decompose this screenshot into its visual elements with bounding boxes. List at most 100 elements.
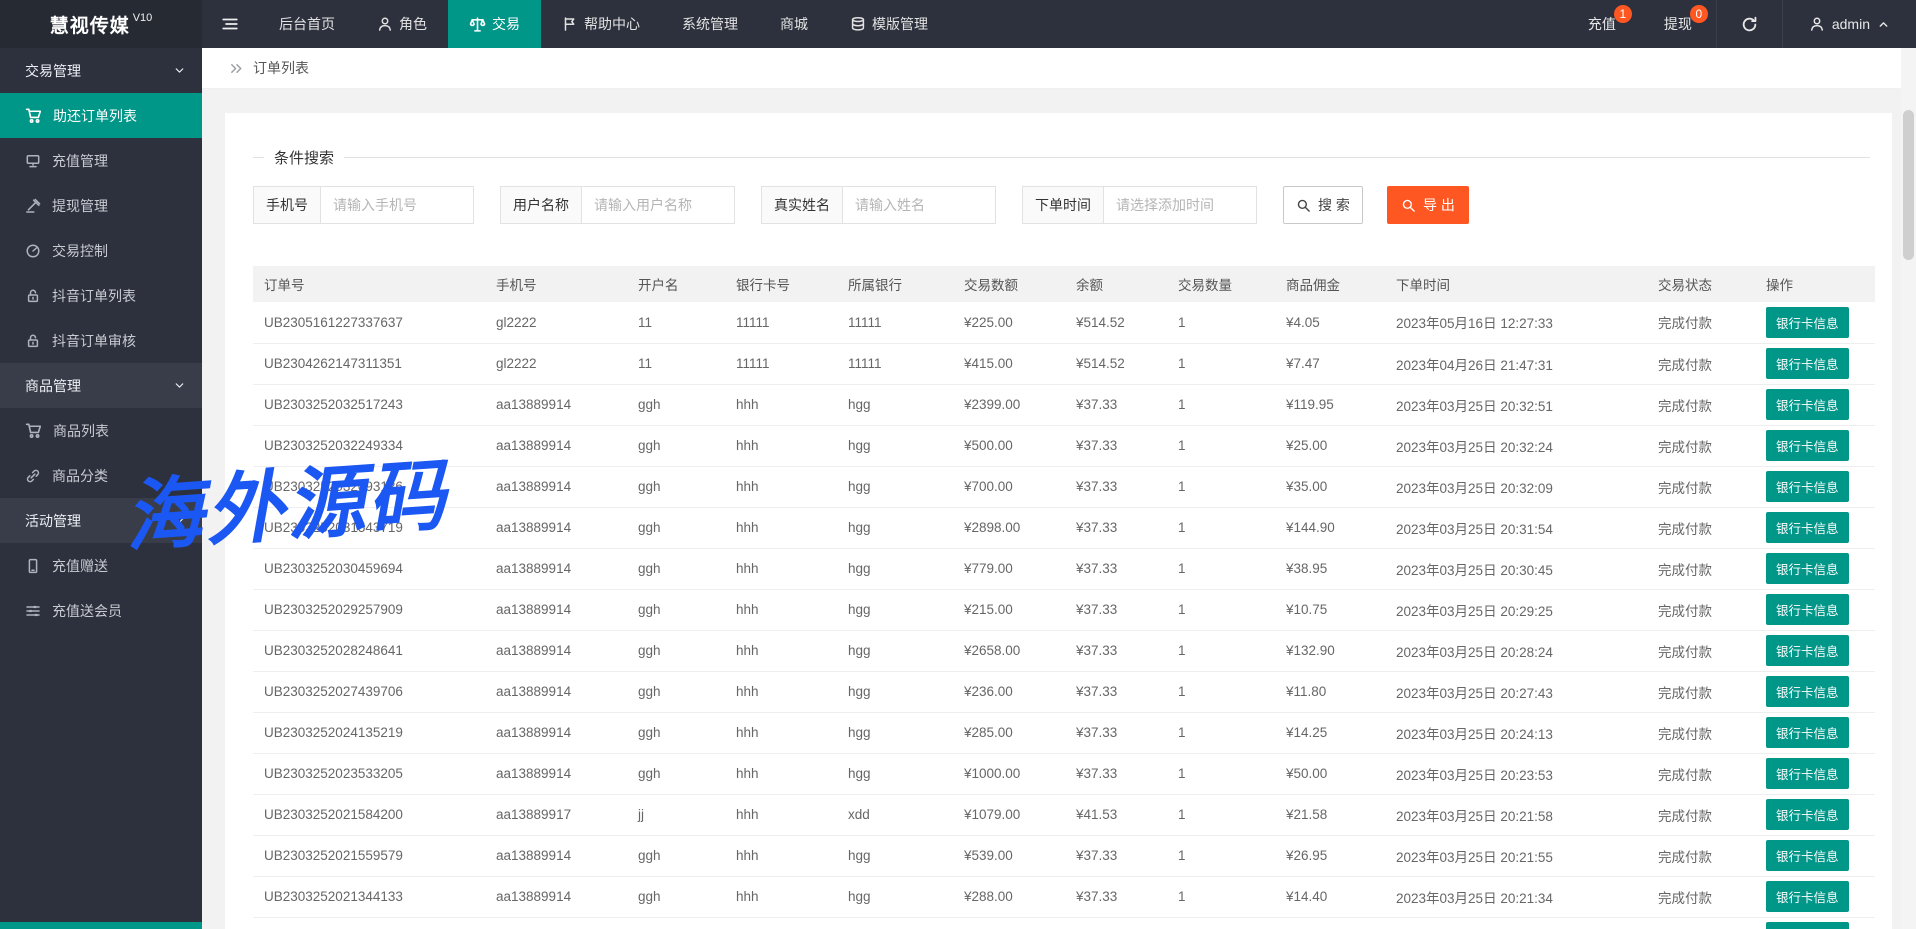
nav-action-0[interactable]: 充值1 [1564,0,1640,48]
cell-account-name: ggh [627,835,725,876]
nav-menu-item-4[interactable]: 系统管理 [661,0,759,48]
search-field-input-0[interactable] [321,187,473,223]
refresh-icon [1741,16,1758,33]
sidebar-item-11[interactable]: 充值赠送 [0,543,202,588]
cell-bank-card-no: 11111 [725,302,837,343]
flag-icon [562,16,578,32]
chevron-up-icon [1877,18,1890,31]
search-button-label: 搜 索 [1318,195,1350,215]
cell-commission: ¥7.47 [1275,343,1385,384]
nav-action-label: 提现 [1664,14,1692,34]
cell-bank: 11111 [837,302,953,343]
cell-trade-amount: ¥415.00 [953,343,1065,384]
cell-order-no: UB2303252029257909 [253,589,485,630]
nav-menu-item-label: 角色 [399,14,427,34]
nav-menu-item-3[interactable]: 帮助中心 [541,0,661,48]
bank-card-info-button[interactable]: 银行卡信息 [1766,840,1849,871]
bank-card-info-button[interactable]: 银行卡信息 [1766,471,1849,502]
cell-order-time: 2023年03月25日 20:32:09 [1385,466,1647,507]
user-menu[interactable]: admin [1783,0,1916,48]
bank-card-info-button[interactable]: 银行卡信息 [1766,635,1849,666]
cart-icon [25,107,42,124]
bank-card-info-button[interactable]: 银行卡信息 [1766,389,1849,420]
nav-menu-item-5[interactable]: 商城 [759,0,829,48]
cell-order-no: UB2303252030459694 [253,548,485,589]
cell-actions: 银行卡信息 [1755,835,1875,876]
bank-card-info-button[interactable]: 银行卡信息 [1766,922,1849,929]
cell-actions: 银行卡信息 [1755,302,1875,343]
bank-card-info-button[interactable]: 银行卡信息 [1766,676,1849,707]
collapse-menu-button[interactable] [202,0,258,48]
sidebar-item-4[interactable]: 交易控制 [0,228,202,273]
bank-card-info-button[interactable]: 银行卡信息 [1766,717,1849,748]
navbar-actions: 充值1提现0 [1564,0,1716,48]
search-button[interactable]: 搜 索 [1283,186,1363,224]
cell-order-time: 2023年03月25日 20:28:24 [1385,630,1647,671]
cell-order-time: 2023年03月25日 20:21:31 [1385,917,1647,929]
column-header: 商品佣金 [1275,266,1385,302]
nav-menu-item-2[interactable]: 交易 [448,0,541,48]
cell-phone: aa13889914 [485,466,627,507]
cell-trade-qty: 1 [1167,548,1275,589]
search-field-label: 用户名称 [501,187,582,223]
cell-balance: ¥41.53 [1065,917,1167,929]
cell-phone: gl2222 [485,343,627,384]
cell-order-time: 2023年03月25日 20:31:54 [1385,507,1647,548]
nav-menu-item-1[interactable]: 角色 [356,0,448,48]
scrollbar-thumb[interactable] [1903,110,1914,260]
bank-card-info-button[interactable]: 银行卡信息 [1766,881,1849,912]
bank-card-info-button[interactable]: 银行卡信息 [1766,512,1849,543]
user-icon [1809,16,1825,32]
cell-phone: aa13889914 [485,589,627,630]
table-row-7: UB2303252029257909aa13889914gghhhhhgg¥21… [253,589,1875,630]
search-field-input-2[interactable] [843,187,995,223]
search-field-input-1[interactable] [582,187,734,223]
sidebar-group-7[interactable]: 商品管理 [0,363,202,408]
bank-card-info-button[interactable]: 银行卡信息 [1766,348,1849,379]
sidebar-item-2[interactable]: 充值管理 [0,138,202,183]
sidebar-item-3[interactable]: 提现管理 [0,183,202,228]
bank-card-info-button[interactable]: 银行卡信息 [1766,594,1849,625]
cell-bank: hgg [837,466,953,507]
cell-order-no: UB2303252024135219 [253,712,485,753]
cell-bank: hgg [837,384,953,425]
sidebar-item-1[interactable]: 助还订单列表 [0,93,202,138]
bank-card-info-button[interactable]: 银行卡信息 [1766,758,1849,789]
notification-badge: 1 [1614,5,1632,23]
bank-card-info-button[interactable]: 银行卡信息 [1766,307,1849,338]
cell-commission: ¥144.90 [1275,507,1385,548]
column-header: 开户名 [627,266,725,302]
cell-phone: aa13889914 [485,712,627,753]
cell-order-no: UB2304262147311351 [253,343,485,384]
chevron-down-icon [173,379,186,392]
refresh-button[interactable] [1717,0,1782,48]
cell-trade-qty: 1 [1167,466,1275,507]
export-button[interactable]: 导 出 [1387,186,1469,224]
sidebar-group-0[interactable]: 交易管理 [0,48,202,93]
cell-account-name: ggh [627,507,725,548]
sidebar-item-9[interactable]: 商品分类 [0,453,202,498]
sidebar-item-8[interactable]: 商品列表 [0,408,202,453]
sidebar-item-12[interactable]: 充值送会员 [0,588,202,633]
sidebar-group-10[interactable]: 活动管理 [0,498,202,543]
app-logo: 慧视传媒 V10 [0,0,202,48]
dashboard-icon [25,243,41,259]
search-fieldset: 条件搜索 [253,147,1870,168]
cell-order-no: UB2303252021559579 [253,835,485,876]
vertical-scrollbar[interactable] [1901,48,1916,929]
nav-menu-item-0[interactable]: 后台首页 [258,0,356,48]
column-header: 交易状态 [1647,266,1755,302]
sidebar-item-6[interactable]: 抖音订单审核 [0,318,202,363]
cell-account-name: ggh [627,384,725,425]
search-field-input-3[interactable] [1104,187,1256,223]
cell-bank: hgg [837,589,953,630]
chevron-down-icon [173,64,186,77]
bank-card-info-button[interactable]: 银行卡信息 [1766,430,1849,461]
bank-card-info-button[interactable]: 银行卡信息 [1766,553,1849,584]
cell-bank-card-no: hhh [725,425,837,466]
sidebar-item-5[interactable]: 抖音订单列表 [0,273,202,318]
bank-card-info-button[interactable]: 银行卡信息 [1766,799,1849,830]
cell-account-name: ggh [627,630,725,671]
nav-action-1[interactable]: 提现0 [1640,0,1716,48]
nav-menu-item-6[interactable]: 模版管理 [829,0,949,48]
